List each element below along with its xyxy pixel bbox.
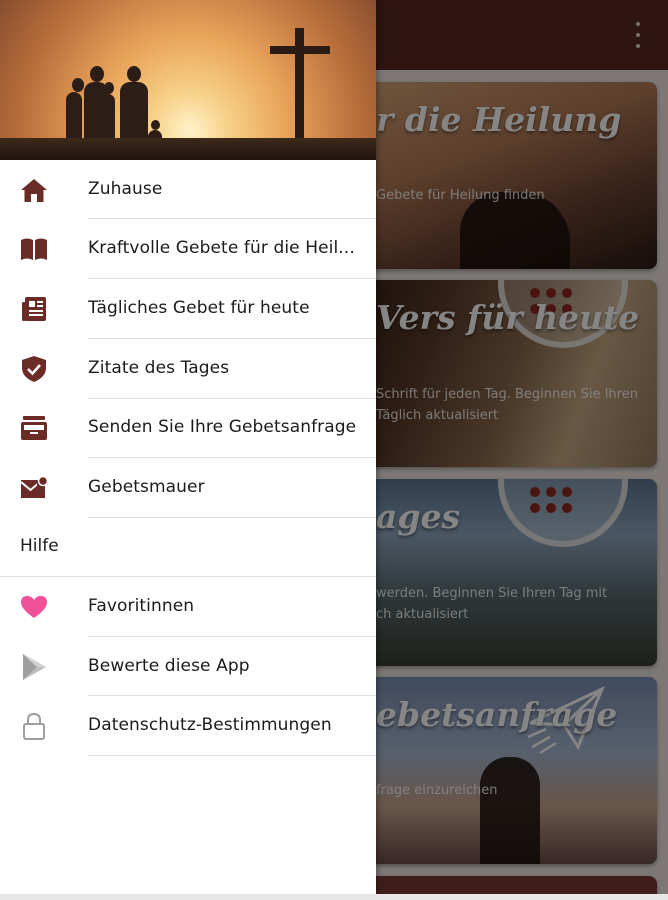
figure-child bbox=[66, 92, 82, 144]
mail-notification-icon bbox=[20, 475, 48, 501]
nav-item-favorites[interactable]: Favoritinnen bbox=[0, 577, 376, 636]
nav-item-daily-prayer[interactable]: Tägliches Gebet für heute bbox=[0, 279, 376, 338]
section-header-help: Hilfe bbox=[20, 536, 59, 556]
shield-check-icon bbox=[20, 356, 48, 382]
nav-item-rate-app[interactable]: Bewerte diese App bbox=[0, 637, 376, 696]
home-icon bbox=[20, 177, 48, 203]
ground-silhouette bbox=[0, 138, 376, 160]
nav-item-label: Bewerte diese App bbox=[88, 656, 250, 676]
heart-icon bbox=[20, 594, 48, 620]
nav-item-label: Zuhause bbox=[88, 179, 163, 199]
book-icon bbox=[20, 236, 48, 262]
figure-head bbox=[151, 120, 160, 130]
inbox-icon bbox=[20, 415, 48, 441]
divider bbox=[88, 517, 376, 518]
nav-item-privacy-policy[interactable]: Datenschutz-Bestimmungen bbox=[0, 696, 376, 755]
navigation-drawer: Zuhause Kraftvolle Gebete für die Heil..… bbox=[0, 0, 376, 895]
nav-item-healing-prayers[interactable]: Kraftvolle Gebete für die Heil... bbox=[0, 219, 376, 278]
nav-item-home[interactable]: Zuhause bbox=[0, 160, 376, 219]
figure-head bbox=[72, 78, 84, 92]
nav-item-label: Favoritinnen bbox=[88, 596, 195, 616]
bottom-edge bbox=[0, 894, 668, 900]
nav-item-label: Kraftvolle Gebete für die Heil... bbox=[88, 238, 355, 258]
nav-item-send-request[interactable]: Senden Sie Ihre Gebetsanfrage bbox=[0, 398, 376, 457]
figure-head bbox=[104, 82, 114, 94]
play-store-icon bbox=[20, 654, 48, 680]
nav-item-prayer-wall[interactable]: Gebetsmauer bbox=[0, 458, 376, 517]
cross-beam bbox=[270, 46, 330, 54]
nav-item-label: Gebetsmauer bbox=[88, 477, 205, 497]
nav-item-label: Senden Sie Ihre Gebetsanfrage bbox=[88, 417, 357, 437]
figure-head bbox=[127, 66, 141, 82]
nav-item-label: Zitate des Tages bbox=[88, 358, 230, 378]
divider bbox=[88, 755, 376, 756]
drawer-header-image bbox=[0, 0, 376, 160]
figure-child bbox=[101, 94, 115, 144]
nav-item-quotes[interactable]: Zitate des Tages bbox=[0, 339, 376, 398]
nav-item-label: Datenschutz-Bestimmungen bbox=[88, 715, 332, 735]
lock-icon bbox=[20, 712, 48, 740]
newspaper-icon bbox=[20, 296, 48, 322]
nav-item-label: Tägliches Gebet für heute bbox=[88, 298, 310, 318]
figure-head bbox=[90, 66, 104, 82]
